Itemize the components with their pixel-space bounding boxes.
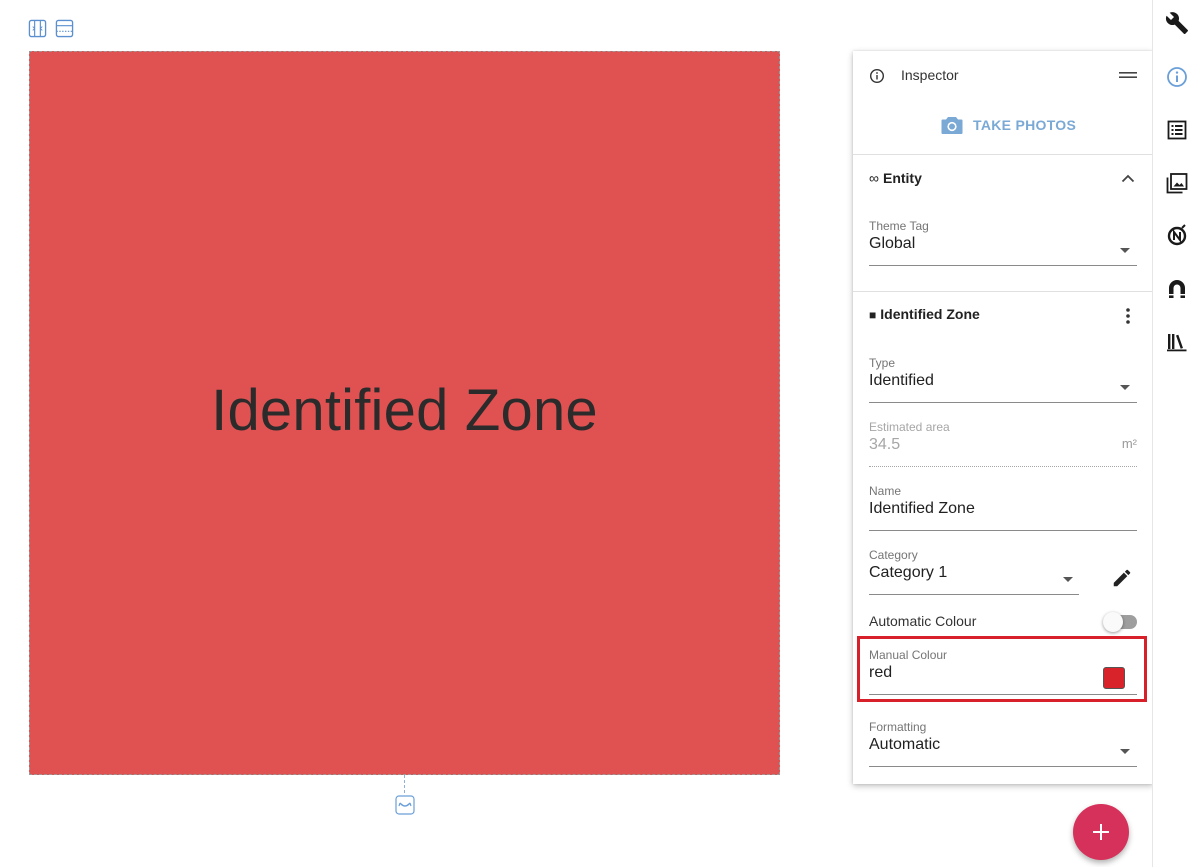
vertical-split-icon[interactable] (28, 19, 47, 38)
layout-toggle-group (28, 19, 74, 38)
library-icon[interactable] (1165, 330, 1189, 354)
theme-tag-label: Theme Tag (869, 219, 929, 233)
name-label: Name (869, 484, 902, 498)
inspector-title: Inspector (901, 67, 959, 83)
manual-colour-input[interactable]: Manual Colour red (869, 648, 1137, 696)
chevron-up-icon[interactable] (1119, 170, 1137, 188)
manual-colour-label: Manual Colour (869, 648, 948, 662)
infinity-icon: ∞ (869, 170, 879, 186)
field-underline (869, 530, 1137, 531)
type-select[interactable]: Type Identified (869, 356, 1137, 404)
automatic-colour-label: Automatic Colour (869, 613, 977, 629)
drag-handle-icon[interactable] (1119, 70, 1137, 80)
category-label: Category (869, 548, 918, 562)
field-underline (869, 265, 1137, 266)
estimated-area-field: Estimated area 34.5 m² (869, 420, 1137, 468)
field-underline (869, 766, 1137, 767)
info-icon[interactable] (1165, 65, 1189, 89)
image-gallery-icon[interactable] (1165, 171, 1189, 195)
more-vert-icon[interactable] (1125, 307, 1131, 325)
theme-tag-value: Global (869, 235, 916, 252)
formatting-label: Formatting (869, 720, 927, 734)
divider (853, 291, 1153, 292)
rotate-handle-icon[interactable] (395, 795, 415, 815)
formatting-value: Automatic (869, 736, 941, 753)
dropdown-arrow-icon (1120, 385, 1130, 390)
zone-section-title: ■ Identified Zone (869, 306, 980, 322)
add-fab-button[interactable] (1073, 804, 1129, 860)
magnet-icon[interactable] (1165, 277, 1189, 301)
type-value: Identified (869, 372, 934, 389)
take-photos-label: TAKE PHOTOS (973, 117, 1077, 133)
divider (853, 154, 1153, 155)
field-underline (869, 466, 1137, 467)
formatting-select[interactable]: Formatting Automatic (869, 720, 1137, 768)
list-icon[interactable] (1165, 118, 1189, 142)
area-unit: m² (1121, 436, 1137, 451)
info-icon (869, 68, 885, 84)
colour-swatch[interactable] (1103, 667, 1125, 689)
automatic-colour-row: Automatic Colour (869, 611, 1137, 632)
name-input[interactable]: Name Identified Zone (869, 484, 1137, 532)
theme-tag-select[interactable]: Theme Tag Global (869, 219, 1137, 267)
right-tool-rail (1152, 0, 1200, 867)
plus-icon (1093, 824, 1109, 840)
zone-section-label: Identified Zone (880, 306, 980, 322)
dropdown-arrow-icon (1120, 749, 1130, 754)
dropdown-arrow-icon (1120, 248, 1130, 253)
name-value[interactable]: Identified Zone (869, 500, 975, 518)
horizontal-split-icon[interactable] (55, 19, 74, 38)
camera-icon (941, 117, 963, 134)
dropdown-arrow-icon (1063, 577, 1073, 582)
field-underline (869, 594, 1079, 595)
automatic-colour-toggle[interactable] (1103, 611, 1137, 632)
field-underline (869, 402, 1137, 403)
inspector-panel: Inspector TAKE PHOTOS ∞ Entity Theme Tag … (853, 51, 1153, 784)
category-select[interactable]: Category Category 1 (869, 548, 1079, 596)
estimated-area-value: 34.5 (869, 436, 901, 453)
entity-title: Entity (882, 170, 922, 186)
manual-colour-value[interactable]: red (869, 664, 892, 682)
type-label: Type (869, 356, 896, 370)
take-photos-button[interactable]: TAKE PHOTOS (941, 113, 1076, 137)
rotate-connector (404, 775, 405, 793)
zone-label: Identified Zone (211, 378, 598, 443)
pencil-edit-icon[interactable] (1111, 567, 1133, 589)
toggle-thumb (1103, 612, 1123, 632)
entity-section-title[interactable]: ∞ Entity (869, 170, 922, 186)
square-icon: ■ (869, 308, 877, 322)
estimated-area-label: Estimated area (869, 420, 950, 434)
n-circle-icon[interactable] (1165, 224, 1189, 248)
identified-zone-shape[interactable]: Identified Zone (29, 51, 780, 775)
field-underline (869, 694, 1137, 695)
inspector-header: Inspector (853, 51, 1153, 99)
category-value: Category 1 (869, 564, 948, 581)
wrench-icon[interactable] (1165, 11, 1189, 35)
